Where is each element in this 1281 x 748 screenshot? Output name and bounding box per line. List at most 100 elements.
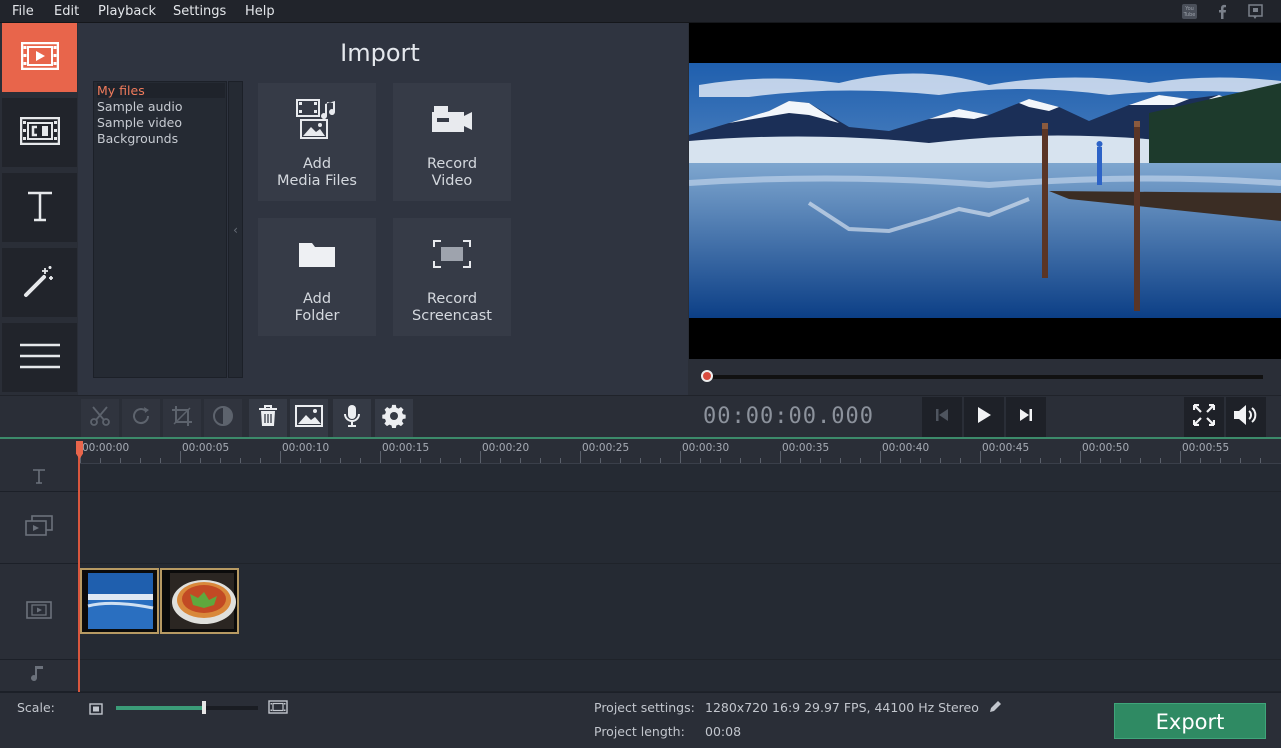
ruler-tick <box>1220 458 1221 463</box>
menu-playback[interactable]: Playback <box>98 4 156 19</box>
skip-forward-button[interactable] <box>1006 397 1046 437</box>
video-preview[interactable] <box>689 23 1281 359</box>
video-track[interactable] <box>78 564 1281 660</box>
gear-icon <box>382 404 406 432</box>
edit-settings-icon[interactable] <box>988 699 1002 718</box>
overlay-track[interactable] <box>78 492 1281 564</box>
project-length-value: 00:08 <box>705 724 742 739</box>
youtube-icon[interactable]: You Tube <box>1181 3 1198 20</box>
list-item-backgrounds[interactable]: Backgrounds <box>97 131 178 146</box>
record-video-button[interactable]: Record Video <box>393 83 511 201</box>
menu-settings[interactable]: Settings <box>173 4 226 19</box>
menu-edit[interactable]: Edit <box>54 4 79 19</box>
fullscreen-button[interactable] <box>1184 397 1224 437</box>
ruler-tick <box>280 451 281 463</box>
ruler-tick <box>620 458 621 463</box>
microphone-icon <box>343 404 361 432</box>
ruler-tick <box>420 458 421 463</box>
tick-label: 00:00:15 <box>382 442 430 454</box>
ruler-tick <box>800 458 801 463</box>
tick-label: 00:00:45 <box>982 442 1030 454</box>
crop-icon <box>171 405 193 431</box>
play-button[interactable] <box>964 397 1004 437</box>
add-folder-label: Add Folder <box>294 291 340 324</box>
list-item-sample-audio[interactable]: Sample audio <box>97 99 182 114</box>
import-tab[interactable] <box>2 23 77 95</box>
zoom-in-icon[interactable] <box>268 699 288 718</box>
rotate-icon <box>130 405 152 431</box>
ruler-tick <box>520 458 521 463</box>
preview-scrubber[interactable] <box>689 359 1281 393</box>
volume-button[interactable] <box>1226 397 1266 437</box>
pizza-clip[interactable] <box>160 568 239 634</box>
playhead-line[interactable] <box>78 443 80 692</box>
ruler-tick <box>540 458 541 463</box>
menu-file[interactable]: File <box>12 4 34 19</box>
ruler-tick <box>660 458 661 463</box>
list-item-sample-video[interactable]: Sample video <box>97 115 182 130</box>
trash-icon <box>258 405 278 431</box>
ruler-tick <box>1100 458 1101 463</box>
scrubber-track[interactable] <box>705 375 1263 379</box>
ruler-tick <box>1080 451 1081 463</box>
zoom-out-icon[interactable] <box>89 700 103 719</box>
clip-thumbnail <box>82 570 157 632</box>
text-track[interactable] <box>78 464 1281 492</box>
tick-label: 00:00:25 <box>582 442 630 454</box>
tick-label: 00:00:10 <box>282 442 330 454</box>
delete-button[interactable] <box>249 399 287 437</box>
filmstrip-icon <box>19 116 60 149</box>
scale-slider-thumb[interactable] <box>202 701 207 714</box>
more-tab[interactable] <box>2 323 77 395</box>
effects-tab[interactable] <box>2 248 77 320</box>
project-settings-label: Project settings: <box>594 700 695 715</box>
export-button[interactable]: Export <box>1114 703 1266 739</box>
project-length-label: Project length: <box>594 724 685 739</box>
ruler-tick <box>460 458 461 463</box>
record-audio-button[interactable] <box>333 399 371 437</box>
image-icon <box>295 405 323 431</box>
collapse-panel-button[interactable]: ‹ <box>228 81 243 378</box>
ruler-tick <box>1060 458 1061 463</box>
tick-label: 00:00:50 <box>1082 442 1130 454</box>
audio-track[interactable] <box>78 660 1281 692</box>
scale-slider[interactable] <box>116 706 258 710</box>
cut-button[interactable] <box>81 399 119 437</box>
record-screencast-label: Record Screencast <box>412 291 492 324</box>
lake-mountains-clip[interactable] <box>80 568 159 634</box>
tick-label: 00:00:35 <box>782 442 830 454</box>
audio-track-icon <box>31 664 47 688</box>
add-folder-button[interactable]: Add Folder <box>258 218 376 336</box>
ruler-tick <box>1260 458 1261 463</box>
insert-image-button[interactable] <box>290 399 328 437</box>
ruler-tick <box>1020 458 1021 463</box>
tick-label: 00:00:20 <box>482 442 530 454</box>
ruler-tick <box>1120 458 1121 463</box>
add-media-files-button[interactable]: Add Media Files <box>258 83 376 201</box>
project-settings-value: 1280x720 16:9 29.97 FPS, 44100 Hz Stereo <box>705 700 979 715</box>
list-item-my-files[interactable]: My files <box>97 83 225 98</box>
settings-button[interactable] <box>375 399 413 437</box>
timeline-ruler[interactable]: 00:00:00 00:00:05 00:00:10 00:00:15 00:0… <box>78 439 1281 464</box>
crop-button[interactable] <box>163 399 201 437</box>
color-adjust-button[interactable] <box>204 399 242 437</box>
titles-tab[interactable] <box>2 173 77 245</box>
skip-back-button[interactable] <box>922 397 962 437</box>
filters-tab[interactable] <box>2 98 77 170</box>
movavi-video-editor: File Edit Playback Settings Help You Tube <box>0 0 1281 748</box>
scrubber-handle[interactable] <box>701 370 713 382</box>
rotate-button[interactable] <box>122 399 160 437</box>
overlay-track-icon <box>25 514 53 541</box>
share-icon[interactable] <box>1247 3 1264 20</box>
record-screencast-button[interactable]: Record Screencast <box>393 218 511 336</box>
side-nav <box>0 23 78 397</box>
add-media-files-label: Add Media Files <box>277 156 357 189</box>
folder-icon <box>258 232 376 276</box>
ruler-tick <box>740 458 741 463</box>
edit-toolbar: 00:00:00.000 <box>0 395 1281 439</box>
ruler-tick <box>580 451 581 463</box>
scale-slider-fill <box>116 706 205 710</box>
menu-help[interactable]: Help <box>245 4 275 19</box>
facebook-icon[interactable] <box>1214 3 1231 20</box>
ruler-tick <box>860 458 861 463</box>
